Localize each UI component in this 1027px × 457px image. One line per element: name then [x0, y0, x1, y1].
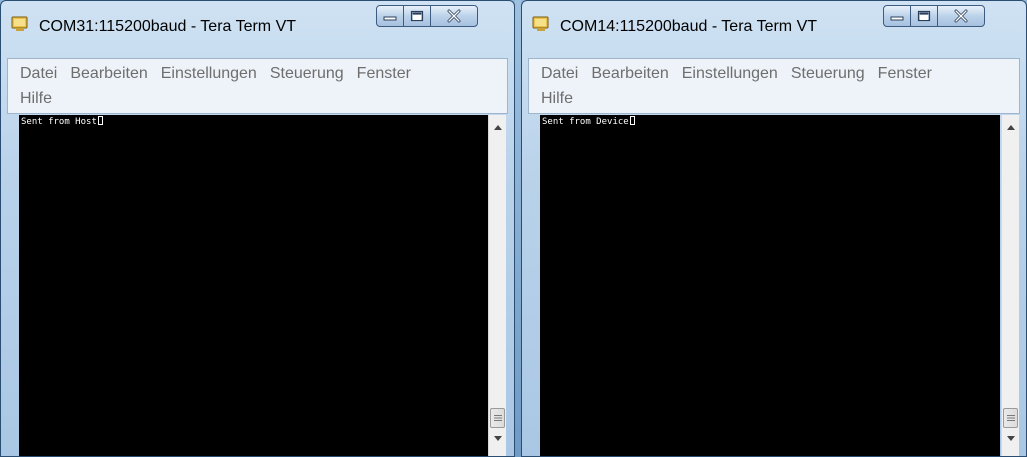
vertical-scrollbar[interactable]: [1001, 115, 1019, 456]
menu-einstellungen[interactable]: Einstellungen: [161, 65, 257, 82]
minimize-button[interactable]: [883, 5, 911, 27]
terminal-cursor: [629, 116, 635, 125]
scroll-up-button[interactable]: [489, 119, 506, 136]
minimize-button[interactable]: [376, 5, 404, 27]
menu-datei[interactable]: Datei: [541, 65, 578, 82]
teraterm-window-device[interactable]: COM14:115200baud - Tera Term VT Datei Bea…: [521, 0, 1027, 457]
minimize-icon: [383, 16, 397, 21]
close-icon: [954, 9, 968, 23]
window-title: COM14:115200baud - Tera Term VT: [560, 18, 818, 35]
scroll-down-button[interactable]: [1002, 430, 1019, 447]
menu-fenster[interactable]: Fenster: [357, 65, 411, 82]
arrow-up-icon: [1006, 125, 1015, 130]
scroll-up-button[interactable]: [1002, 119, 1019, 136]
maximize-button[interactable]: [910, 5, 938, 27]
menu-steuerung[interactable]: Steuerung: [791, 65, 865, 82]
scroll-thumb[interactable]: [490, 408, 505, 428]
menu-hilfe[interactable]: Hilfe: [20, 90, 52, 107]
vertical-scrollbar[interactable]: [488, 115, 506, 456]
maximize-icon: [917, 10, 931, 22]
terminal-cursor: [97, 116, 103, 125]
menubar: Datei Bearbeiten Einstellungen Steuerung Fen…: [528, 58, 1020, 114]
terminal-line: Sent from Host: [21, 117, 97, 127]
gripper-icon: [1006, 415, 1015, 421]
titlebar[interactable]: COM14:115200baud - Tera Term VT: [522, 1, 1026, 53]
terminal-area[interactable]: Sent from Device: [540, 115, 1000, 456]
maximize-icon: [410, 10, 424, 22]
teraterm-app-icon[interactable]: [11, 15, 29, 33]
teraterm-window-host[interactable]: COM31:115200baud - Tera Term VT Datei Bea…: [0, 0, 515, 457]
menu-hilfe[interactable]: Hilfe: [541, 90, 573, 107]
close-button[interactable]: [937, 5, 985, 27]
titlebar[interactable]: COM31:115200baud - Tera Term VT: [1, 1, 514, 53]
menubar: Datei Bearbeiten Einstellungen Steuerung Fen…: [7, 58, 508, 114]
menu-bearbeiten[interactable]: Bearbeiten: [70, 65, 147, 82]
menu-steuerung[interactable]: Steuerung: [270, 65, 344, 82]
arrow-down-icon: [493, 436, 502, 441]
teraterm-app-icon[interactable]: [532, 15, 550, 33]
menu-bearbeiten[interactable]: Bearbeiten: [591, 65, 668, 82]
maximize-button[interactable]: [403, 5, 431, 27]
gripper-icon: [493, 415, 502, 421]
scroll-down-button[interactable]: [489, 430, 506, 447]
menu-einstellungen[interactable]: Einstellungen: [682, 65, 778, 82]
arrow-down-icon: [1006, 436, 1015, 441]
scroll-thumb[interactable]: [1003, 408, 1018, 428]
menu-datei[interactable]: Datei: [20, 65, 57, 82]
terminal-line: Sent from Device: [542, 117, 629, 127]
terminal-area[interactable]: Sent from Host: [19, 115, 488, 456]
close-icon: [447, 9, 461, 23]
close-button[interactable]: [430, 5, 478, 27]
menu-fenster[interactable]: Fenster: [878, 65, 932, 82]
window-title: COM31:115200baud - Tera Term VT: [39, 18, 297, 35]
arrow-up-icon: [493, 125, 502, 130]
minimize-icon: [890, 16, 904, 21]
